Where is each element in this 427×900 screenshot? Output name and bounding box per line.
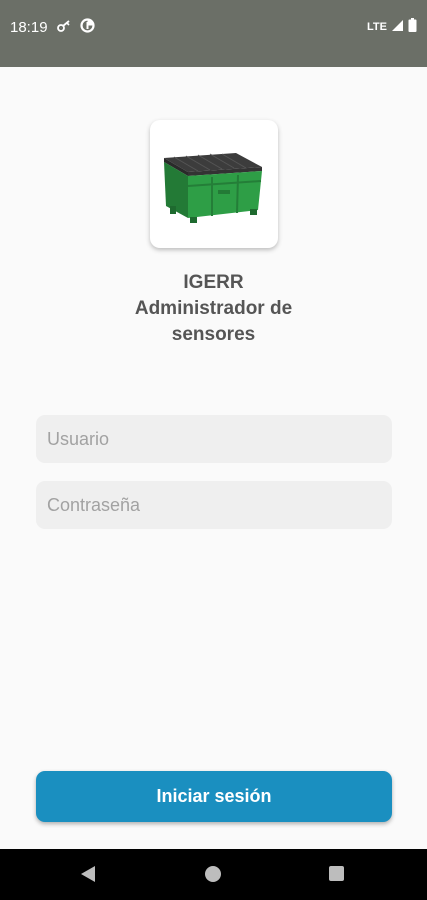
app-title-line2: Administrador de [134, 298, 293, 319]
status-bar: 18:19 LTE [0, 0, 427, 67]
back-icon[interactable] [81, 866, 95, 882]
recents-icon[interactable] [329, 866, 344, 881]
username-field[interactable] [36, 415, 392, 463]
network-type: LTE [367, 20, 387, 33]
app-logo-card [150, 120, 278, 248]
key-icon [56, 19, 71, 36]
data-saver-icon [79, 18, 95, 37]
dumpster-icon [150, 153, 278, 252]
signal-icon [391, 19, 404, 35]
app-title: IGERR Administrador de sensores [0, 270, 427, 348]
battery-icon [408, 18, 417, 35]
login-button[interactable]: Iniciar sesión [36, 771, 392, 822]
home-icon[interactable] [205, 866, 221, 882]
status-time: 18:19 [10, 19, 48, 36]
navigation-bar [0, 849, 427, 900]
password-field[interactable] [36, 481, 392, 529]
app-title-line1: IGERR [183, 272, 244, 293]
app-title-line3: sensores [171, 324, 256, 345]
